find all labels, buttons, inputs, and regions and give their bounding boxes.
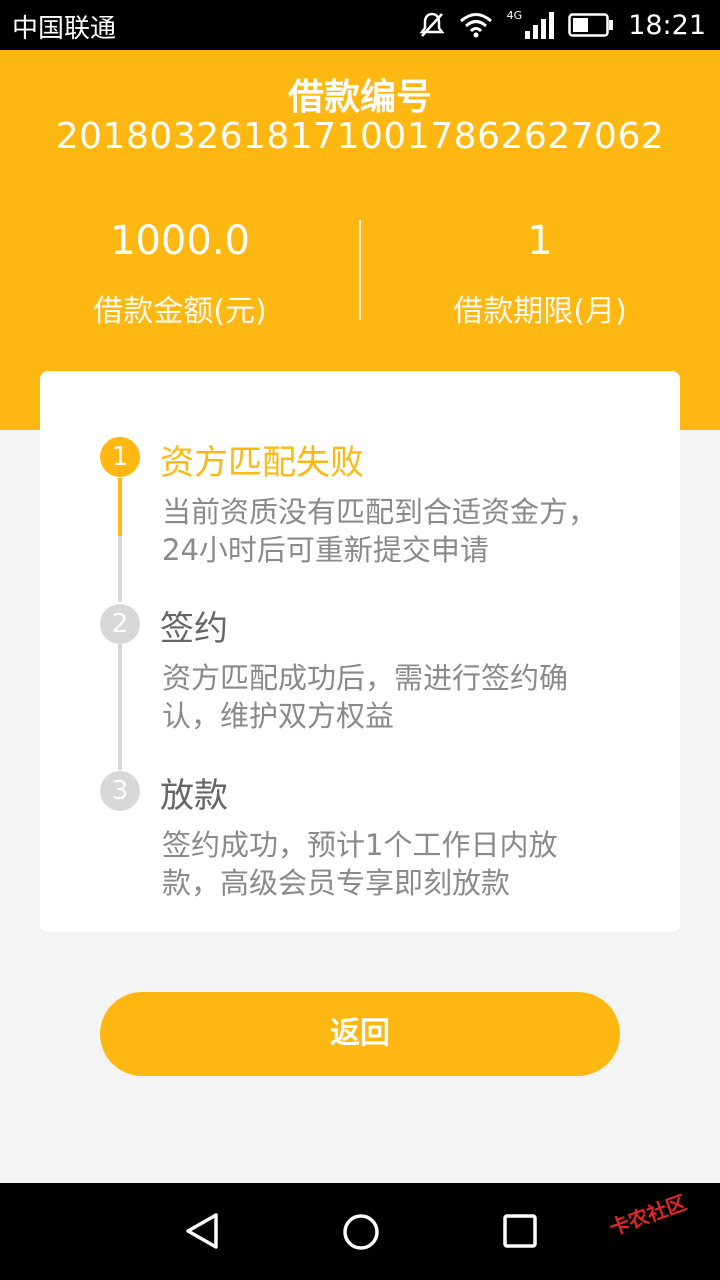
step-2-number: 2 [100,604,140,644]
back-triangle-icon[interactable] [183,1211,221,1251]
loan-amount-label: 借款金额(元) [93,294,267,329]
status-bar: 中国联通 4G 18:21 [0,0,720,50]
step-3-desc: 签约成功，预计1个工作日内放款，高级会员专享即刻放款 [162,828,558,900]
loan-number: 20180326181710017862627062 [55,116,665,157]
battery-icon [568,13,614,37]
status-icons: 4G 18:21 [419,8,706,42]
clock: 18:21 [628,9,706,41]
signal-icon [525,12,555,39]
step-connector-1a [118,478,122,536]
loan-amount-value: 1000.0 [110,218,250,264]
loan-term: 1 借款期限(月) [360,218,720,330]
step-1-number: 1 [100,437,140,477]
carrier-name: 中国联通 [12,14,117,44]
home-circle-icon[interactable] [342,1213,380,1251]
return-button[interactable]: 返回 [100,992,620,1076]
step-connector-1b [118,536,122,602]
loan-term-value: 1 [527,218,553,264]
loan-amount: 1000.0 借款金额(元) [0,218,360,330]
step-1-title: 资方匹配失败 [160,443,364,483]
step-connector-2 [118,644,122,770]
step-2-desc: 资方匹配成功后，需进行签约确认，维护双方权益 [162,661,569,733]
step-1-desc: 当前资质没有匹配到合适资金方，24小时后可重新提交申请 [162,495,598,567]
mute-icon [419,12,445,37]
loan-number-label: 借款编号 [287,77,432,118]
loan-term-label: 借款期限(月) [453,294,627,329]
step-2-title: 签约 [160,609,228,649]
network-type: 4G [506,8,523,22]
progress-card: 1 资方匹配失败 当前资质没有匹配到合适资金方，24小时后可重新提交申请 2 签… [40,371,680,932]
step-3-title: 放款 [160,776,228,816]
step-3-number: 3 [100,771,140,811]
wifi-icon [459,13,492,38]
recent-square-icon[interactable] [503,1214,537,1248]
